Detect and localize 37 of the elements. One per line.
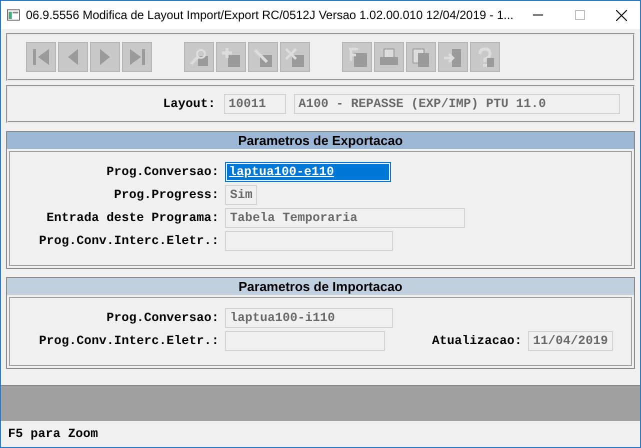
code-field[interactable]: 10011 [224, 94, 286, 114]
letter-f-icon [346, 46, 368, 68]
window-title: 06.9.5556 Modifica de Layout Import/Export RC/0512J Versao 1.02.00.010 12/04/2019 - 1... [26, 8, 514, 22]
input-field[interactable]: Tabela Temporaria [225, 208, 465, 228]
last-arrow-icon [130, 49, 144, 65]
field-label: Prog.Conv.Interc.Eletr.: [38, 234, 219, 248]
section-header: Parametros de Exportacao [7, 132, 634, 149]
edit-icon [252, 46, 274, 68]
prev-arrow-icon [68, 49, 78, 65]
close-icon[interactable] [616, 10, 628, 20]
field-label: Prog.Conversao: [106, 165, 219, 179]
field-label: Layout: [163, 97, 216, 111]
search-icon [188, 46, 210, 68]
first-arrow-icon [33, 49, 49, 65]
field-label: Prog.Conv.Interc.Eletr.: [38, 334, 219, 348]
date-field[interactable]: 11/04/2019 [528, 331, 613, 351]
printer-icon [378, 46, 400, 68]
app-icon [7, 8, 20, 22]
section-header: Parametros de Importacao [7, 278, 634, 295]
input-field[interactable] [225, 231, 393, 251]
add-icon [220, 46, 242, 68]
input-field[interactable]: Sim [225, 185, 257, 205]
maximize-icon[interactable] [574, 10, 585, 20]
description-field[interactable]: A100 - REPASSE (EXP/IMP) PTU 11.0 [294, 94, 620, 114]
delete-icon [284, 46, 306, 68]
field-label: Prog.Progress: [114, 188, 219, 202]
field-label: Entrada deste Programa: [46, 211, 219, 225]
door-arrow-icon [442, 46, 464, 68]
input-field[interactable]: laptua100-e110 [225, 162, 391, 182]
input-field[interactable]: laptua100-i110 [225, 308, 393, 328]
input-field[interactable] [225, 331, 385, 351]
next-arrow-icon [100, 49, 110, 65]
field-label: Atualizacao: [432, 334, 522, 348]
minimize-icon[interactable] [532, 14, 543, 16]
status-text: F5 para Zoom [8, 427, 98, 441]
field-label: Prog.Conversao: [106, 311, 219, 325]
pages-icon [410, 46, 432, 68]
